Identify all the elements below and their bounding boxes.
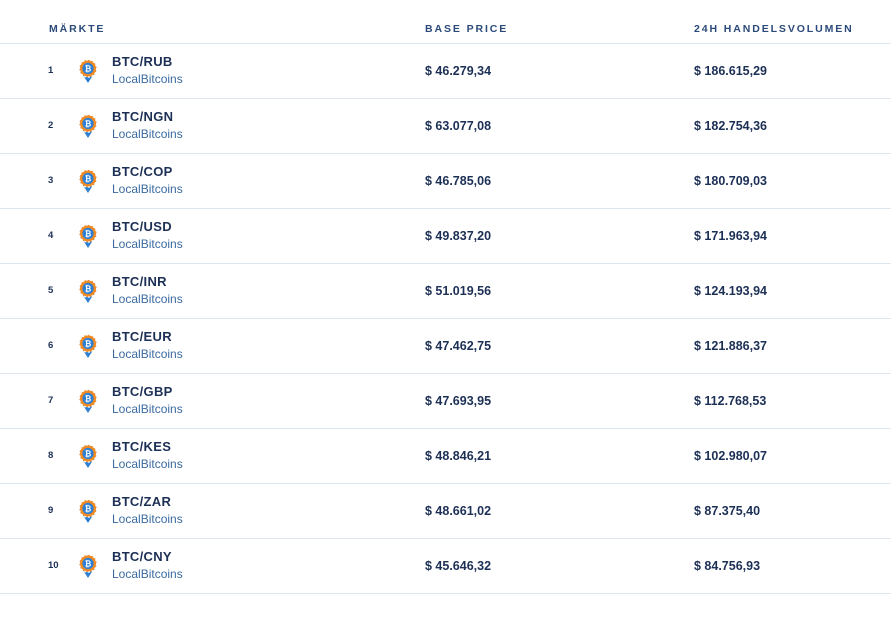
market-pair[interactable]: BTC/KES	[112, 439, 171, 454]
market-row[interactable]: 3 ₿ BTC/COP LocalBitcoins $ 46.785,06 $ …	[0, 154, 891, 209]
svg-text:₿: ₿	[85, 120, 92, 129]
market-rank: 9	[48, 505, 54, 516]
market-base-price: $ 48.846,21	[425, 449, 492, 463]
market-row[interactable]: 2 ₿ BTC/NGN LocalBitcoins $ 63.077,08 $ …	[0, 99, 891, 154]
market-exchange[interactable]: LocalBitcoins	[112, 127, 183, 141]
market-pair[interactable]: BTC/ZAR	[112, 494, 171, 509]
markets-table-body: 1 ₿ BTC/RUB LocalBitcoins $ 46.279,34 $ …	[0, 44, 891, 594]
market-24h-volume: $ 121.886,37	[694, 339, 767, 353]
table-header: MÄRKTE BASE PRICE 24H HANDELSVOLUMEN	[0, 0, 891, 44]
market-base-price: $ 46.279,34	[425, 64, 492, 78]
market-rank: 4	[48, 230, 54, 241]
market-24h-volume: $ 124.193,94	[694, 284, 767, 298]
market-24h-volume: $ 171.963,94	[694, 229, 767, 243]
market-base-price: $ 48.661,02	[425, 504, 492, 518]
market-pair[interactable]: BTC/USD	[112, 219, 172, 234]
market-exchange[interactable]: LocalBitcoins	[112, 402, 183, 416]
market-rank: 5	[48, 285, 54, 296]
svg-text:₿: ₿	[85, 285, 92, 294]
localbitcoins-logo-icon: ₿	[78, 389, 98, 413]
localbitcoins-logo-icon: ₿	[78, 169, 98, 193]
market-exchange[interactable]: LocalBitcoins	[112, 457, 183, 471]
market-24h-volume: $ 112.768,53	[694, 394, 767, 408]
market-exchange[interactable]: LocalBitcoins	[112, 72, 183, 86]
market-rank: 2	[48, 120, 54, 131]
market-exchange[interactable]: LocalBitcoins	[112, 512, 183, 526]
market-24h-volume: $ 182.754,36	[694, 119, 767, 133]
market-24h-volume: $ 180.709,03	[694, 174, 767, 188]
market-exchange[interactable]: LocalBitcoins	[112, 237, 183, 251]
market-base-price: $ 49.837,20	[425, 229, 492, 243]
market-row[interactable]: 8 ₿ BTC/KES LocalBitcoins $ 48.846,21 $ …	[0, 429, 891, 484]
localbitcoins-logo-icon: ₿	[78, 444, 98, 468]
market-row[interactable]: 4 ₿ BTC/USD LocalBitcoins $ 49.837,20 $ …	[0, 209, 891, 264]
market-base-price: $ 47.462,75	[425, 339, 492, 353]
market-base-price: $ 51.019,56	[425, 284, 492, 298]
market-rank: 7	[48, 395, 54, 406]
svg-text:₿: ₿	[85, 230, 92, 239]
market-pair[interactable]: BTC/RUB	[112, 54, 173, 69]
markets-page: MÄRKTE BASE PRICE 24H HANDELSVOLUMEN 1 ₿…	[0, 0, 891, 620]
market-rank: 8	[48, 450, 54, 461]
market-base-price: $ 45.646,32	[425, 559, 492, 573]
market-row[interactable]: 7 ₿ BTC/GBP LocalBitcoins $ 47.693,95 $ …	[0, 374, 891, 429]
market-exchange[interactable]: LocalBitcoins	[112, 347, 183, 361]
market-24h-volume: $ 87.375,40	[694, 504, 761, 518]
market-rank: 6	[48, 340, 54, 351]
market-row[interactable]: 1 ₿ BTC/RUB LocalBitcoins $ 46.279,34 $ …	[0, 44, 891, 99]
market-rank: 3	[48, 175, 54, 186]
market-row[interactable]: 5 ₿ BTC/INR LocalBitcoins $ 51.019,56 $ …	[0, 264, 891, 319]
market-pair[interactable]: BTC/CNY	[112, 549, 172, 564]
column-header-24h-volume[interactable]: 24H HANDELSVOLUMEN	[694, 23, 854, 35]
column-header-base-price[interactable]: BASE PRICE	[425, 23, 508, 35]
market-base-price: $ 47.693,95	[425, 394, 492, 408]
svg-text:₿: ₿	[85, 395, 92, 404]
market-pair[interactable]: BTC/NGN	[112, 109, 173, 124]
market-base-price: $ 63.077,08	[425, 119, 492, 133]
localbitcoins-logo-icon: ₿	[78, 279, 98, 303]
localbitcoins-logo-icon: ₿	[78, 114, 98, 138]
localbitcoins-logo-icon: ₿	[78, 334, 98, 358]
localbitcoins-logo-icon: ₿	[78, 554, 98, 578]
market-exchange[interactable]: LocalBitcoins	[112, 292, 183, 306]
svg-text:₿: ₿	[85, 505, 92, 514]
market-pair[interactable]: BTC/INR	[112, 274, 167, 289]
market-base-price: $ 46.785,06	[425, 174, 492, 188]
market-exchange[interactable]: LocalBitcoins	[112, 567, 183, 581]
market-pair[interactable]: BTC/COP	[112, 164, 173, 179]
market-24h-volume: $ 186.615,29	[694, 64, 767, 78]
market-row[interactable]: 9 ₿ BTC/ZAR LocalBitcoins $ 48.661,02 $ …	[0, 484, 891, 539]
market-row[interactable]: 6 ₿ BTC/EUR LocalBitcoins $ 47.462,75 $ …	[0, 319, 891, 374]
svg-text:₿: ₿	[85, 560, 92, 569]
market-exchange[interactable]: LocalBitcoins	[112, 182, 183, 196]
market-pair[interactable]: BTC/EUR	[112, 329, 172, 344]
market-rank: 1	[48, 65, 54, 76]
svg-text:₿: ₿	[85, 65, 92, 74]
market-rank: 10	[48, 560, 59, 571]
svg-text:₿: ₿	[85, 340, 92, 349]
market-24h-volume: $ 84.756,93	[694, 559, 761, 573]
column-header-markets[interactable]: MÄRKTE	[49, 23, 105, 35]
market-pair[interactable]: BTC/GBP	[112, 384, 173, 399]
market-24h-volume: $ 102.980,07	[694, 449, 767, 463]
localbitcoins-logo-icon: ₿	[78, 59, 98, 83]
market-row[interactable]: 10 ₿ BTC/CNY LocalBitcoins $ 45.646,32 $…	[0, 539, 891, 594]
svg-text:₿: ₿	[85, 175, 92, 184]
localbitcoins-logo-icon: ₿	[78, 499, 98, 523]
svg-text:₿: ₿	[85, 450, 92, 459]
localbitcoins-logo-icon: ₿	[78, 224, 98, 248]
